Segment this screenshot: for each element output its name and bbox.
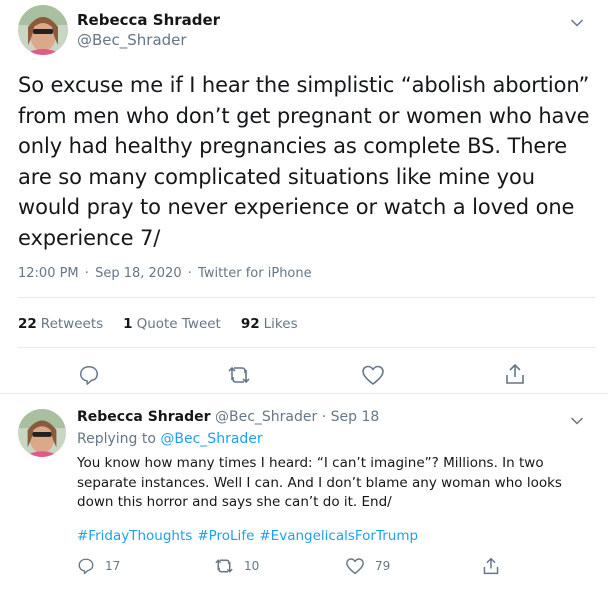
tweet-text: So excuse me if I hear the simplistic “a… [18, 73, 590, 250]
like-button[interactable]: 79 [345, 557, 390, 575]
chevron-down-icon[interactable] [570, 411, 588, 425]
divider [18, 347, 596, 348]
like-icon[interactable] [361, 364, 385, 386]
main-tweet: Rebecca Shrader @Bec_Shrader So excuse m… [0, 0, 608, 394]
replying-prefix: Replying to [77, 431, 156, 447]
reply-text: You know how many times I heard: “I can’… [77, 455, 562, 510]
avatar[interactable] [18, 409, 66, 457]
likes-count: 92 [240, 316, 260, 332]
reply-header: Rebecca Shrader @Bec_Shrader · Sep 18 [77, 409, 379, 425]
quote-tweets-stat[interactable]: 1 Quote Tweet [123, 316, 221, 332]
reply-icon[interactable] [78, 364, 100, 386]
like-icon [346, 558, 364, 575]
chevron-down-icon[interactable] [570, 13, 588, 27]
reply-button[interactable]: 17 [77, 557, 120, 575]
separator: · [84, 266, 89, 281]
replying-to-link[interactable]: @Bec_Shrader [160, 431, 262, 447]
separator: · [187, 266, 192, 281]
share-icon [483, 557, 499, 575]
author-name[interactable]: Rebecca Shrader [77, 11, 220, 29]
tweet-meta: 12:00 PM · Sep 18, 2020 · Twitter for iP… [18, 266, 314, 281]
hashtag-link[interactable]: #ProLife [197, 528, 254, 544]
stats-row: 22 Retweets 1 Quote Tweet 92 Likes [18, 316, 318, 332]
retweet-count: 10 [244, 559, 260, 573]
likes-label: Likes [263, 316, 298, 332]
separator: · [321, 409, 327, 425]
reply-date[interactable]: Sep 18 [331, 409, 380, 425]
hashtag-link[interactable]: #FridayThoughts [77, 528, 192, 544]
tweet-date[interactable]: Sep 18, 2020 [95, 266, 182, 281]
quote-label: Quote Tweet [136, 316, 221, 332]
tweet-actions [0, 362, 608, 388]
hashtag-link[interactable]: #EvangelicalsForTrump [259, 528, 418, 544]
tweet-source[interactable]: Twitter for iPhone [198, 266, 312, 281]
retweet-icon [215, 559, 233, 573]
reply-actions: 17 10 79 [0, 556, 608, 578]
share-button[interactable] [482, 556, 510, 576]
replying-to: Replying to @Bec_Shrader [77, 431, 263, 447]
likes-stat[interactable]: 92 Likes [241, 316, 298, 332]
retweets-label: Retweets [40, 316, 104, 332]
retweets-stat[interactable]: 22 Retweets [18, 316, 103, 332]
retweet-icon[interactable] [227, 364, 251, 386]
retweets-count: 22 [18, 316, 37, 332]
retweet-button[interactable]: 10 [214, 557, 259, 575]
reply-icon [78, 558, 94, 575]
avatar[interactable] [18, 5, 68, 55]
reply-author-name[interactable]: Rebecca Shrader [77, 409, 211, 425]
share-icon[interactable] [504, 362, 526, 386]
tweet-time[interactable]: 12:00 PM [18, 266, 79, 281]
author-handle[interactable]: @Bec_Shrader [77, 31, 187, 49]
divider [18, 297, 596, 298]
reply-author-handle[interactable]: @Bec_Shrader [215, 409, 317, 425]
reply-count: 17 [105, 559, 121, 573]
quote-count: 1 [123, 316, 133, 332]
like-count: 79 [375, 559, 391, 573]
hashtags: #FridayThoughts #ProLife #EvangelicalsForT… [77, 528, 423, 544]
